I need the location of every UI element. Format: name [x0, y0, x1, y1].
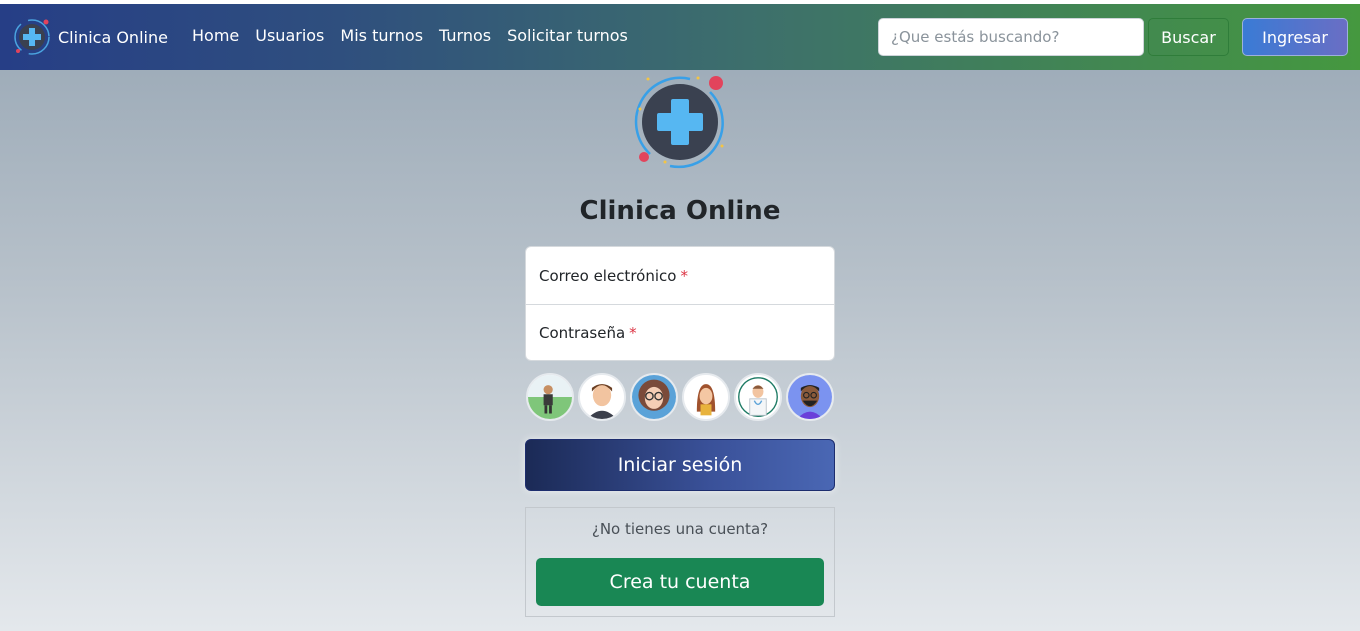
- avatar[interactable]: [734, 373, 782, 421]
- avatar[interactable]: [682, 373, 730, 421]
- clinic-logo-icon: [14, 19, 50, 55]
- clinic-logo-icon: [634, 76, 724, 169]
- search-button[interactable]: Buscar: [1148, 18, 1229, 56]
- nav-link-solicitar-turnos[interactable]: Solicitar turnos: [507, 26, 628, 45]
- avatar[interactable]: [526, 373, 574, 421]
- email-field[interactable]: Correo electrónico *: [526, 247, 834, 304]
- nav-links: Home Usuarios Mis turnos Turnos Solicita…: [192, 26, 644, 45]
- avatar[interactable]: [786, 373, 834, 421]
- nav-link-usuarios[interactable]: Usuarios: [255, 26, 324, 45]
- required-mark: *: [629, 324, 637, 342]
- email-label: Correo electrónico: [539, 266, 677, 285]
- avatar[interactable]: [578, 373, 626, 421]
- navbar: Clinica Online Home Usuarios Mis turnos …: [0, 4, 1360, 70]
- nav-link-mis-turnos[interactable]: Mis turnos: [340, 26, 423, 45]
- register-box: ¿No tienes una cuenta? Crea tu cuenta: [525, 507, 835, 617]
- page-title: Clinica Online: [579, 196, 781, 226]
- create-account-button[interactable]: Crea tu cuenta: [536, 558, 824, 606]
- nav-link-turnos[interactable]: Turnos: [439, 26, 491, 45]
- navbar-brand[interactable]: Clinica Online: [12, 17, 168, 57]
- navbar-login-button[interactable]: Ingresar: [1242, 18, 1348, 56]
- avatar[interactable]: [630, 373, 678, 421]
- required-mark: *: [680, 266, 688, 285]
- brand-name: Clinica Online: [58, 27, 168, 47]
- login-form: Correo electrónico * Contraseña *: [525, 246, 835, 361]
- quick-login-avatars: [526, 373, 834, 421]
- search-input[interactable]: [878, 18, 1144, 56]
- password-label: Contraseña: [539, 324, 626, 342]
- no-account-text: ¿No tienes una cuenta?: [591, 520, 769, 538]
- login-button[interactable]: Iniciar sesión: [525, 439, 835, 491]
- password-field[interactable]: Contraseña *: [526, 304, 834, 360]
- nav-link-home[interactable]: Home: [192, 26, 239, 45]
